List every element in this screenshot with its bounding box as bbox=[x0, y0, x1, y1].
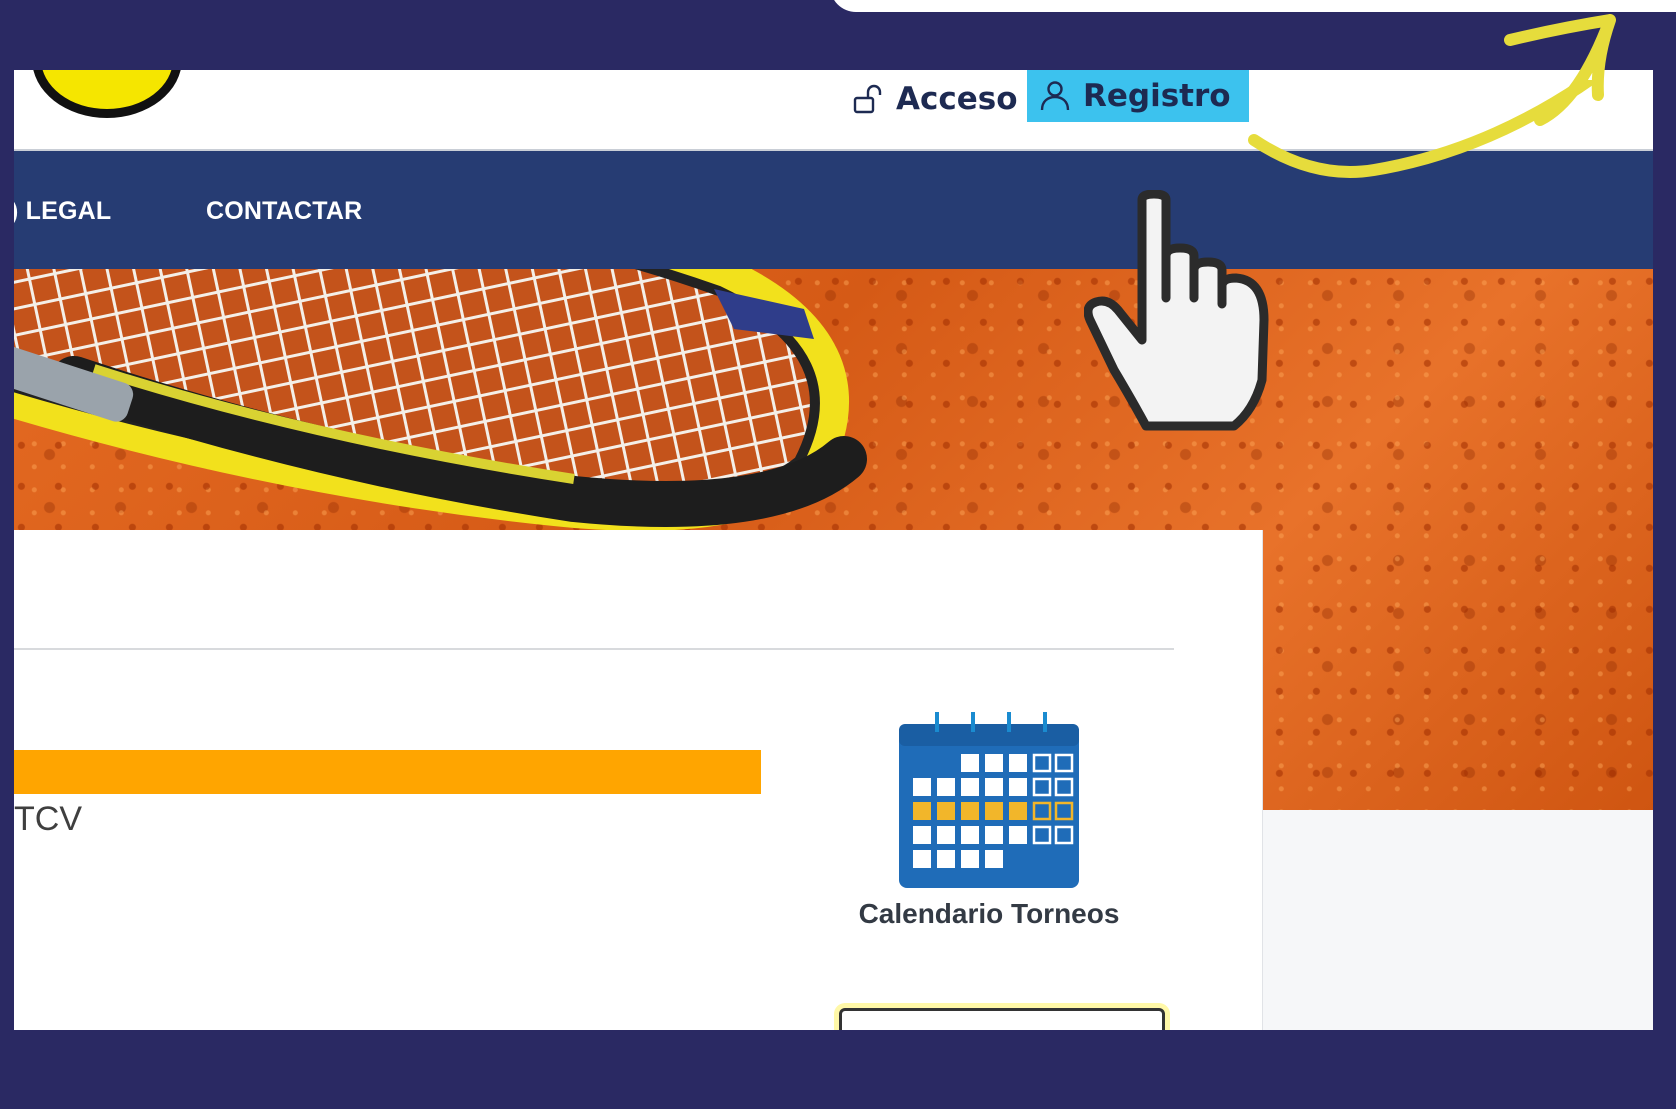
nav-item-legal[interactable]: ) LEGAL bbox=[14, 197, 111, 226]
partial-text-tcv: TCV bbox=[14, 800, 82, 838]
calendar-label: Calendario Torneos bbox=[858, 898, 1120, 929]
site-logo[interactable] bbox=[32, 70, 182, 118]
partial-widget-box[interactable] bbox=[839, 1008, 1165, 1030]
login-label: Acceso bbox=[896, 81, 1018, 117]
nav-item-contactar[interactable]: CONTACTAR bbox=[206, 197, 362, 226]
curved-arrow-head-icon bbox=[1504, 14, 1616, 126]
content-card: TCV Calendario Torneos bbox=[14, 530, 1263, 1030]
unlocked-padlock-icon bbox=[853, 84, 882, 114]
register-label: Registro bbox=[1083, 78, 1231, 114]
tournament-calendar-widget[interactable]: Calendario Torneos bbox=[839, 710, 1139, 930]
calendar-icon bbox=[899, 712, 1079, 888]
user-icon bbox=[1040, 81, 1070, 111]
website-screenshot: Acceso Registro ) LEGAL CONTACTAR TCV Ca… bbox=[14, 70, 1653, 1030]
register-button[interactable]: Registro bbox=[1027, 70, 1249, 122]
login-link[interactable]: Acceso bbox=[852, 75, 1018, 123]
orange-banner-bar bbox=[14, 750, 761, 794]
section-divider bbox=[14, 648, 1174, 650]
